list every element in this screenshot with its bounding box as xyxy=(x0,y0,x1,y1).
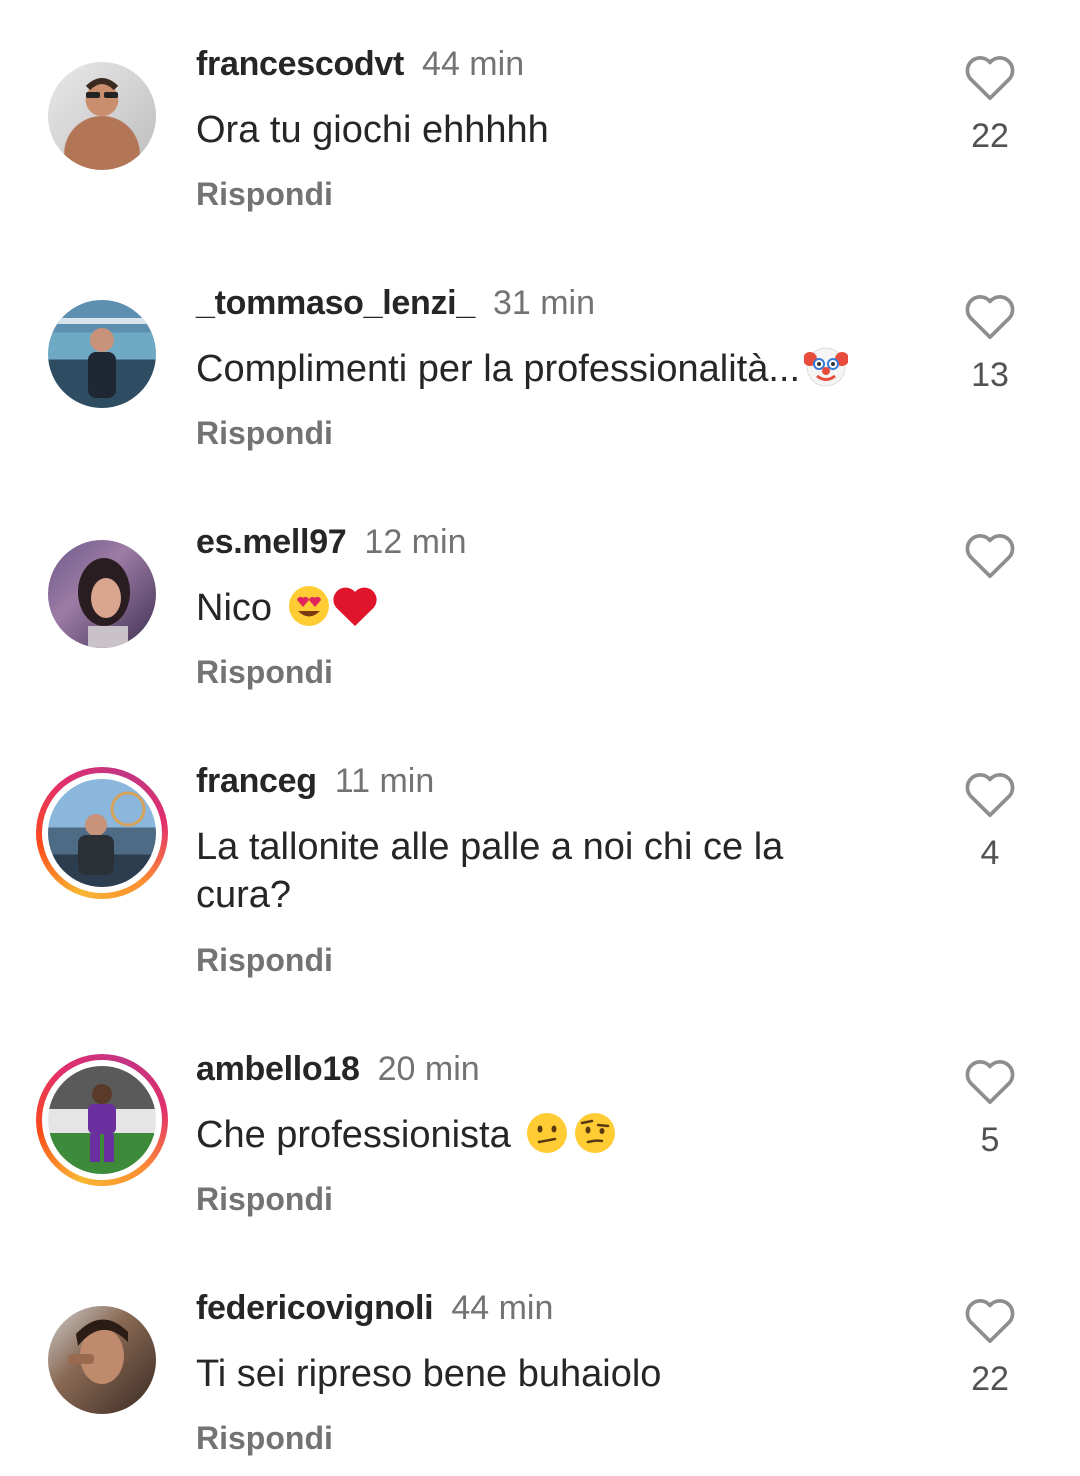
confused-face-emoji xyxy=(525,1111,569,1155)
like-count: 22 xyxy=(971,1360,1009,1398)
comment-header: es.mell97 12 min xyxy=(196,520,466,564)
avatar xyxy=(48,1066,156,1174)
username-link[interactable]: federicovignoli xyxy=(196,1289,434,1327)
like-count: 22 xyxy=(971,117,1009,155)
comment-text: Complimenti per la professionalità... xyxy=(196,345,936,393)
heart-outline-icon[interactable] xyxy=(962,528,1018,580)
comment-text-body: Nico xyxy=(196,587,273,629)
comment-time: 44 min xyxy=(422,45,525,83)
like-count: 4 xyxy=(980,834,1000,872)
clown-face-emoji xyxy=(803,345,850,389)
comment-header: francescodvt 44 min xyxy=(196,42,524,86)
reply-button[interactable]: Rispondi xyxy=(196,940,333,980)
username-link[interactable]: franceg xyxy=(196,762,317,800)
reply-button[interactable]: Rispondi xyxy=(196,1418,333,1458)
heart-eyes-emoji xyxy=(287,584,331,628)
heart-outline-icon[interactable] xyxy=(962,50,1018,102)
comment-time: 11 min xyxy=(334,762,435,800)
reply-button[interactable]: Rispondi xyxy=(196,174,333,214)
avatar[interactable] xyxy=(48,300,156,408)
comment-time: 12 min xyxy=(364,523,467,561)
username-link[interactable]: _tommaso_lenzi_ xyxy=(196,284,475,322)
comment-text: La tallonite alle palle a noi chi ce la … xyxy=(196,826,784,916)
heart-outline-icon[interactable] xyxy=(962,289,1018,341)
comment-text-body: Complimenti per la professionalità... xyxy=(196,348,801,390)
reply-button[interactable]: Rispondi xyxy=(196,1179,333,1219)
avatar[interactable] xyxy=(48,62,156,170)
heart-outline-icon[interactable] xyxy=(962,1054,1018,1106)
comment-text: Ti sei ripreso bene buhaiolo xyxy=(196,1353,662,1395)
red-heart-emoji xyxy=(331,584,377,628)
comment-time: 20 min xyxy=(377,1050,480,1088)
like-count: 13 xyxy=(971,356,1009,394)
username-link[interactable]: es.mell97 xyxy=(196,523,347,561)
comment-header: _tommaso_lenzi_ 31 min xyxy=(196,281,595,325)
avatar[interactable] xyxy=(48,540,156,648)
heart-outline-icon[interactable] xyxy=(962,1293,1018,1345)
comment-header: federicovignoli 44 min xyxy=(196,1286,553,1330)
comment-text: Nico xyxy=(196,584,896,632)
reply-button[interactable]: Rispondi xyxy=(196,652,333,692)
comment-header: franceg 11 min xyxy=(196,759,434,803)
comment-header: ambello18 20 min xyxy=(196,1047,480,1091)
avatar xyxy=(48,779,156,887)
avatar-story-ring[interactable] xyxy=(36,767,168,899)
reply-button[interactable]: Rispondi xyxy=(196,413,333,453)
like-count: 5 xyxy=(980,1121,1000,1159)
raised-eyebrow-face-emoji xyxy=(573,1111,617,1155)
heart-outline-icon[interactable] xyxy=(962,767,1018,819)
avatar-story-ring[interactable] xyxy=(36,1054,168,1186)
comment-time: 44 min xyxy=(451,1289,554,1327)
username-link[interactable]: francescodvt xyxy=(196,45,404,83)
comment-text: Ora tu giochi ehhhhh xyxy=(196,109,549,151)
comment-time: 31 min xyxy=(492,284,596,322)
username-link[interactable]: ambello18 xyxy=(196,1050,360,1088)
avatar[interactable] xyxy=(48,1306,156,1414)
comment-text-body: Che professionista xyxy=(196,1114,511,1156)
comment-text: Che professionista xyxy=(196,1111,896,1159)
